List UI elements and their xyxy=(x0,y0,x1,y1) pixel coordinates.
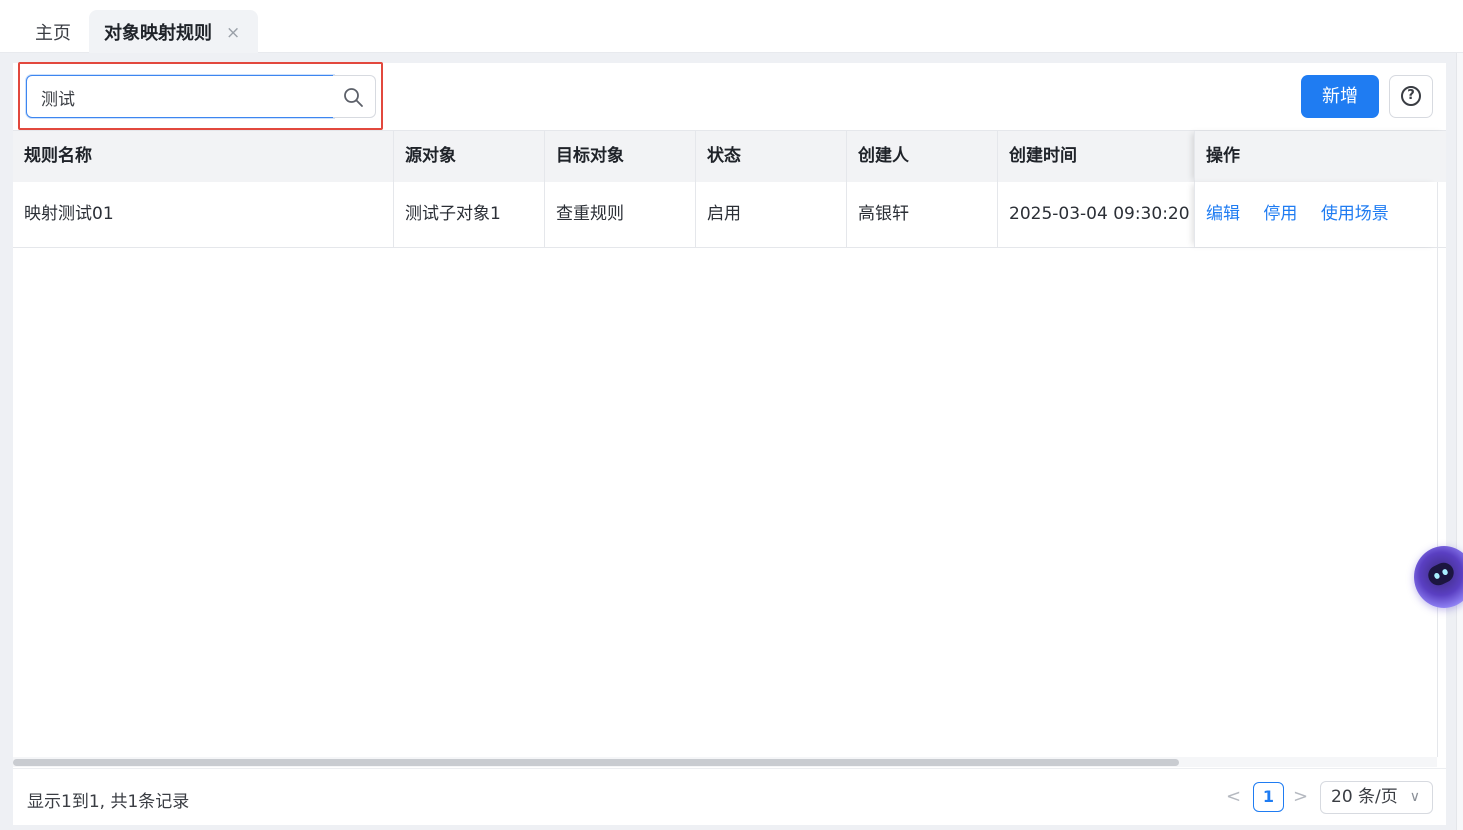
tab-object-mapping-rules[interactable]: 对象映射规则 × xyxy=(89,10,258,53)
next-page-button[interactable]: > xyxy=(1293,786,1308,807)
cell-creator: 高银轩 xyxy=(846,182,997,247)
header-creator[interactable]: 创建人 xyxy=(846,131,997,182)
cell-rule-name: 映射测试01 xyxy=(24,204,114,224)
assistant-eye-left xyxy=(1433,572,1441,580)
page-size-select[interactable]: 20 条/页 ∨ xyxy=(1320,781,1433,814)
tab-home[interactable]: 主页 xyxy=(35,19,71,45)
page-size-value: 20 条/页 xyxy=(1331,787,1398,807)
page-scrollbar[interactable] xyxy=(1456,0,1463,830)
header-source-object[interactable]: 源对象 xyxy=(393,131,544,182)
header-created-time[interactable]: 创建时间 xyxy=(997,131,1194,182)
record-summary: 显示1到1, 共1条记录 xyxy=(27,792,190,812)
edit-link[interactable]: 编辑 xyxy=(1206,204,1240,224)
header-actions: 操作 xyxy=(1194,131,1446,182)
help-circle-icon: ? xyxy=(1401,86,1421,106)
cell-actions: 编辑 停用 使用场景 xyxy=(1194,182,1438,247)
prev-page-button[interactable]: < xyxy=(1226,786,1241,807)
page-number-current[interactable]: 1 xyxy=(1253,782,1284,812)
cell-target-object: 查重规则 xyxy=(544,182,695,247)
disable-link[interactable]: 停用 xyxy=(1263,204,1297,224)
table-row[interactable]: 映射测试01 测试子对象1 查重规则 启用 高银轩 2025-03-04 09:… xyxy=(13,182,1446,248)
tab-label: 对象映射规则 xyxy=(104,23,212,44)
search-icon xyxy=(344,88,363,107)
header-status[interactable]: 状态 xyxy=(695,131,846,182)
assistant-face xyxy=(1424,559,1458,589)
table-right-border xyxy=(1437,182,1438,757)
search-field[interactable] xyxy=(26,75,334,118)
header-rule-name[interactable]: 规则名称 xyxy=(13,131,393,182)
chevron-down-icon: ∨ xyxy=(1409,789,1420,805)
cell-created-time: 2025-03-04 09:30:20 xyxy=(997,182,1194,247)
close-icon[interactable]: × xyxy=(226,23,240,43)
tab-bar: 主页 对象映射规则 × xyxy=(0,0,1463,53)
help-button[interactable]: ? xyxy=(1389,75,1433,118)
cell-status: 启用 xyxy=(695,182,846,247)
search-button[interactable] xyxy=(333,75,376,118)
table-header: 规则名称 源对象 目标对象 状态 创建人 创建时间 操作 xyxy=(13,130,1446,183)
search-input[interactable] xyxy=(41,85,321,109)
assistant-eye-right xyxy=(1441,568,1449,576)
footer-divider xyxy=(13,768,1446,769)
horizontal-scrollbar-thumb[interactable] xyxy=(13,759,1179,766)
add-button[interactable]: 新增 xyxy=(1301,75,1379,118)
usage-scenarios-link[interactable]: 使用场景 xyxy=(1321,204,1389,224)
header-target-object[interactable]: 目标对象 xyxy=(544,131,695,182)
cell-source-object: 测试子对象1 xyxy=(393,182,544,247)
